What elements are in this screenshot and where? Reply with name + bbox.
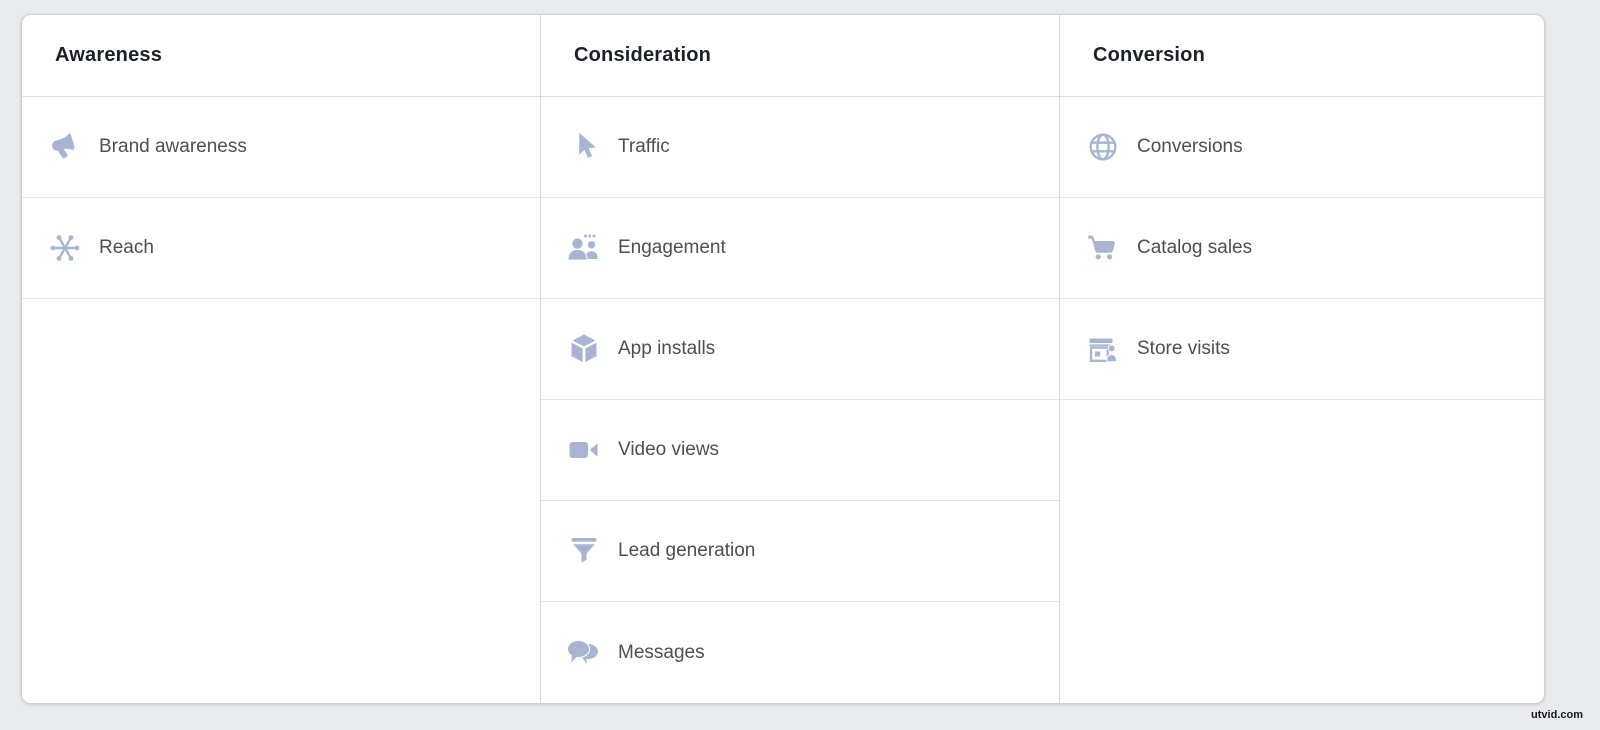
objective-label: Reach: [99, 237, 154, 258]
reach-spokes-icon: [47, 230, 83, 266]
column-header-conversion: Conversion: [1060, 15, 1544, 97]
column-consideration: Consideration Traffic Engagement App ins…: [540, 15, 1059, 703]
video-camera-icon: [566, 432, 602, 468]
objective-label: Messages: [618, 641, 705, 663]
column-header-consideration: Consideration: [541, 15, 1059, 97]
column-awareness: Awareness Brand awareness Reach: [22, 15, 540, 703]
globe-icon: [1085, 129, 1121, 165]
objective-conversions[interactable]: Conversions: [1060, 97, 1544, 198]
objective-label: Conversions: [1137, 136, 1243, 157]
funnel-icon: [566, 533, 602, 569]
objective-label: Lead generation: [618, 540, 756, 561]
chat-bubbles-icon: [566, 635, 602, 671]
column-conversion: Conversion Conversions Catalog sales Sto…: [1059, 15, 1544, 703]
objective-reach[interactable]: Reach: [22, 198, 540, 299]
objective-catalog-sales[interactable]: Catalog sales: [1060, 198, 1544, 299]
objective-label: Engagement: [618, 237, 726, 258]
column-header-awareness: Awareness: [22, 15, 540, 97]
column-header-label: Consideration: [574, 44, 712, 66]
objective-label: Store visits: [1137, 338, 1230, 359]
objectives-card: Awareness Brand awareness Reach Consider…: [21, 14, 1545, 704]
objective-lead-generation[interactable]: Lead generation: [541, 501, 1059, 602]
objective-label: Traffic: [618, 136, 670, 157]
objective-traffic[interactable]: Traffic: [541, 97, 1059, 198]
objective-label: Brand awareness: [99, 136, 247, 157]
column-header-label: Conversion: [1093, 44, 1206, 66]
objective-video-views[interactable]: Video views: [541, 400, 1059, 501]
objective-store-visits[interactable]: Store visits: [1060, 299, 1544, 400]
cube-icon: [566, 331, 602, 367]
objective-messages[interactable]: Messages: [541, 602, 1059, 703]
objective-app-installs[interactable]: App installs: [541, 299, 1059, 400]
storefront-icon: [1085, 331, 1121, 367]
objective-label: Catalog sales: [1137, 237, 1253, 258]
megaphone-icon: [47, 129, 83, 165]
empty-space: [22, 299, 540, 703]
empty-space: [1060, 400, 1544, 703]
objective-label: App installs: [618, 338, 716, 359]
shopping-cart-icon: [1085, 230, 1121, 266]
objective-brand-awareness[interactable]: Brand awareness: [22, 97, 540, 198]
objective-engagement[interactable]: Engagement: [541, 198, 1059, 299]
cursor-icon: [566, 129, 602, 165]
objective-label: Video views: [618, 439, 720, 460]
watermark: utvid.com: [1531, 709, 1583, 721]
column-header-label: Awareness: [55, 44, 163, 66]
people-icon: [566, 230, 602, 266]
